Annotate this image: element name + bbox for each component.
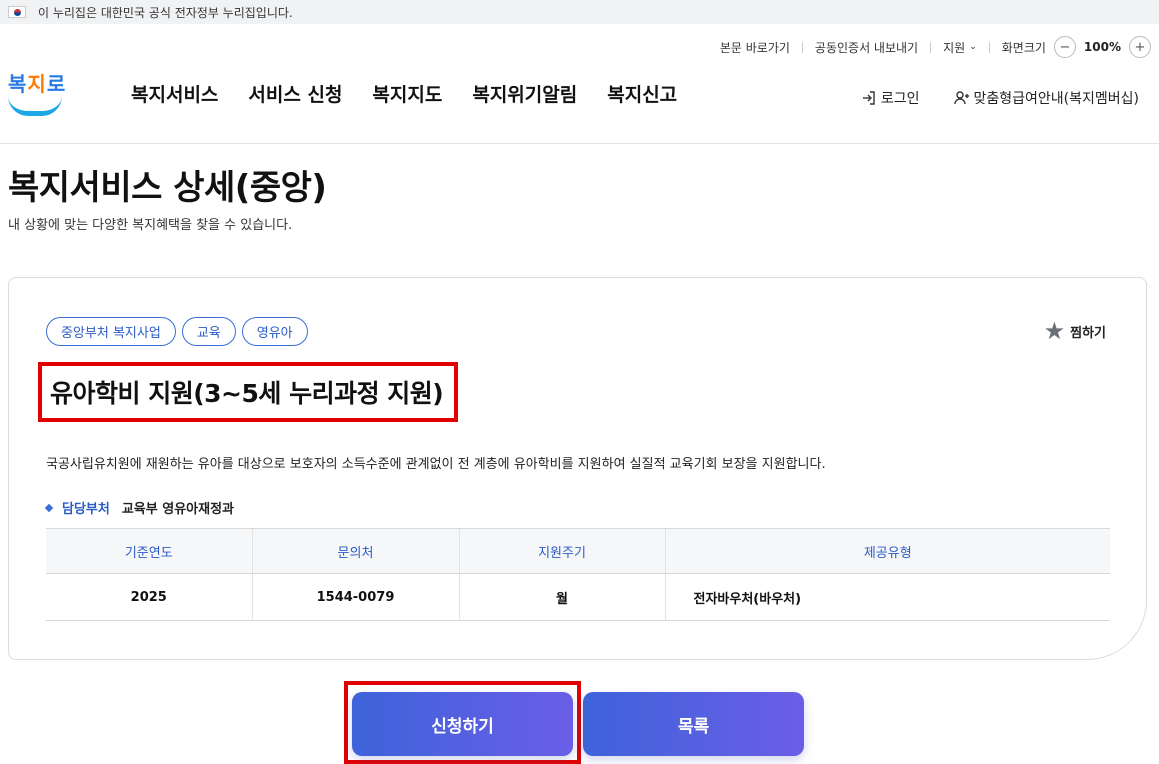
star-icon: ★ bbox=[1043, 317, 1066, 345]
tag-infant[interactable]: 영유아 bbox=[241, 317, 308, 346]
zoom-in-button[interactable]: + bbox=[1129, 36, 1151, 58]
nav-welfare-report[interactable]: 복지신고 bbox=[607, 80, 677, 107]
table-row: 2025 1544-0079 월 전자바우처(바우처) bbox=[46, 573, 1110, 621]
cell-support-cycle: 월 bbox=[458, 573, 665, 621]
bookmark-button[interactable]: ★ 찜하기 bbox=[1044, 319, 1106, 343]
nav-welfare-map[interactable]: 복지지도 bbox=[372, 80, 442, 107]
zoom-level: 100% bbox=[1083, 40, 1121, 54]
nav-welfare-services[interactable]: 복지서비스 bbox=[131, 80, 218, 107]
logo-swoosh-icon bbox=[8, 96, 62, 116]
support-menu[interactable]: 지원 ⌄ bbox=[931, 39, 989, 56]
logo-text: 복지로 bbox=[8, 68, 66, 97]
tag-list: 중앙부처 복지사업 교육 영유아 bbox=[46, 317, 308, 346]
service-title: 유아학비 지원(3~5세 누리과정 지원) bbox=[50, 379, 444, 408]
nav-service-apply[interactable]: 서비스 신청 bbox=[248, 80, 342, 107]
page-title: 복지서비스 상세(중앙) bbox=[8, 168, 327, 208]
korea-flag-icon bbox=[8, 6, 26, 18]
skip-to-content-link[interactable]: 본문 바로가기 bbox=[708, 39, 802, 56]
support-label: 지원 bbox=[943, 40, 966, 55]
header-actions: 로그인 맞춤형급여안내(복지멤버십) bbox=[861, 88, 1139, 108]
list-button[interactable]: 목록 bbox=[583, 692, 804, 756]
login-link[interactable]: 로그인 bbox=[861, 88, 920, 108]
zoom-out-button[interactable]: − bbox=[1053, 36, 1076, 58]
apply-button[interactable]: 신청하기 bbox=[352, 692, 573, 756]
col-header-base-year: 기준연도 bbox=[46, 528, 252, 574]
membership-label: 맞춤형급여안내(복지멤버십) bbox=[973, 91, 1139, 107]
logo-char: 지 bbox=[27, 72, 47, 96]
page-subtitle: 내 상황에 맞는 다양한 복지혜택을 찾을 수 있습니다. bbox=[8, 218, 293, 233]
dept-label: 담당부처 bbox=[62, 502, 110, 517]
membership-link[interactable]: 맞춤형급여안내(복지멤버십) bbox=[953, 88, 1139, 108]
logo-char: 로 bbox=[46, 72, 67, 96]
tag-central-ministry[interactable]: 중앙부처 복지사업 bbox=[46, 317, 176, 346]
header-divider bbox=[0, 143, 1159, 144]
col-header-provision-type: 제공유형 bbox=[664, 528, 1110, 574]
service-title-highlight: 유아학비 지원(3~5세 누리과정 지원) bbox=[38, 362, 458, 422]
department-info: 담당부처 교육부 영유아재정과 bbox=[44, 498, 235, 517]
cert-export-link[interactable]: 공동인증서 내보내기 bbox=[803, 39, 930, 56]
nav-crisis-alert[interactable]: 복지위기알림 bbox=[472, 80, 577, 107]
gov-banner: 이 누리집은 대한민국 공식 전자정부 누리집입니다. bbox=[0, 0, 1159, 24]
gov-banner-text: 이 누리집은 대한민국 공식 전자정부 누리집입니다. bbox=[38, 5, 293, 20]
service-detail-card: 중앙부처 복지사업 교육 영유아 ★ 찜하기 유아학비 지원(3~5세 누리과정… bbox=[8, 277, 1147, 660]
cell-base-year: 2025 bbox=[46, 573, 252, 621]
utility-nav: 본문 바로가기 공동인증서 내보내기 지원 ⌄ 화면크기 − 100% + bbox=[708, 36, 1151, 58]
diamond-bullet-icon bbox=[44, 503, 54, 512]
logo-char: 복 bbox=[8, 72, 28, 96]
site-logo[interactable]: 복지로 bbox=[8, 64, 68, 120]
tag-education[interactable]: 교육 bbox=[181, 317, 236, 346]
col-header-contact: 문의처 bbox=[251, 528, 459, 574]
main-nav: 복지서비스 서비스 신청 복지지도 복지위기알림 복지신고 bbox=[131, 80, 677, 107]
screen-size-label: 화면크기 bbox=[1001, 40, 1046, 55]
service-description: 국공사립유치원에 재원하는 유아를 대상으로 보호자의 소득수준에 관계없이 전… bbox=[46, 457, 826, 472]
login-label: 로그인 bbox=[880, 91, 920, 107]
bookmark-label: 찜하기 bbox=[1070, 325, 1106, 341]
cell-provision-type: 전자바우처(바우처) bbox=[664, 573, 1110, 621]
service-info-table: 기준연도 문의처 지원주기 제공유형 2025 1544-0079 월 전자바우… bbox=[46, 528, 1110, 621]
login-icon bbox=[862, 91, 875, 105]
dept-value: 교육부 영유아재정과 bbox=[121, 502, 235, 517]
col-header-support-cycle: 지원주기 bbox=[458, 528, 665, 574]
cell-contact: 1544-0079 bbox=[251, 573, 459, 621]
user-add-icon bbox=[953, 91, 969, 105]
chevron-down-icon: ⌄ bbox=[969, 42, 977, 52]
